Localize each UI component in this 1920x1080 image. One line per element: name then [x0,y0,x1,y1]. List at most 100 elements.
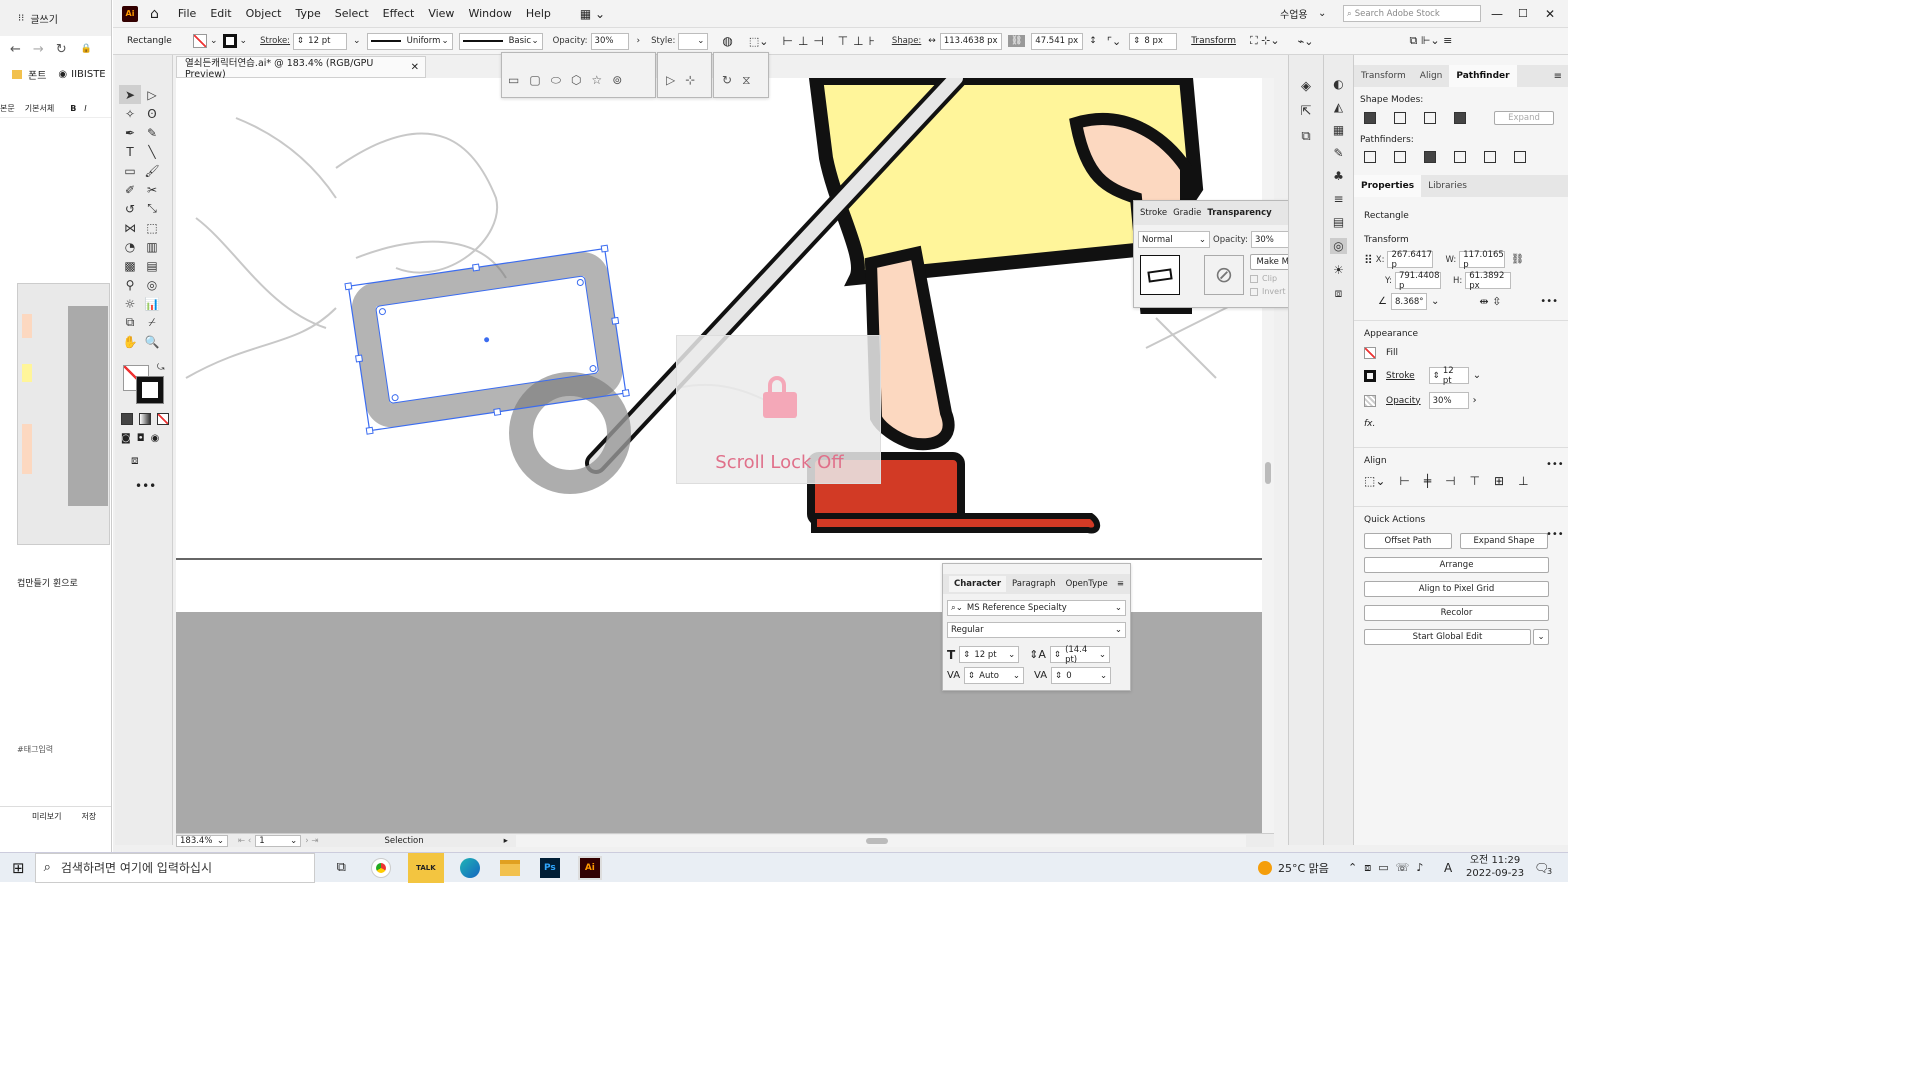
pen-tool[interactable]: ✒ [119,123,141,142]
stroke-swatch[interactable] [222,34,237,48]
star-icon[interactable]: ☆ [591,73,602,87]
stroke-panel-icon[interactable]: ≡ [1333,192,1343,206]
tray-icons[interactable]: ⌃⧈▭☏♪ [1348,861,1430,875]
rounded-rect-icon[interactable]: ▢ [529,73,540,87]
swap-icon[interactable]: ⤿ [157,363,165,373]
mesh-tool[interactable]: ▩ [119,256,141,275]
flare-icon[interactable]: ⊚ [612,73,622,87]
curvature-tool[interactable]: ✎ [141,123,163,142]
anchor-add-icon[interactable]: ⊹ [685,73,695,87]
rp-opacity-field[interactable]: 30% [1428,392,1469,409]
color-mode-icon[interactable] [121,413,133,425]
line-tool[interactable]: ╲ [141,142,163,161]
merge-icon[interactable] [1424,151,1436,163]
ellipse-icon[interactable]: ⬭ [551,73,561,88]
stroke-icon[interactable] [1364,369,1376,382]
intersect-icon[interactable] [1424,112,1436,124]
slice-tool[interactable]: ⌿ [141,313,163,332]
object-thumbnail[interactable] [1140,255,1180,295]
align-to-selection-icon[interactable]: ⬚⌄ [1364,474,1385,488]
perspective-tool[interactable]: ▥ [141,237,163,256]
tracking-field[interactable]: ⇕ 0 ⌄ [1051,667,1112,684]
lasso-tool[interactable]: ʘ [141,104,163,123]
clock[interactable]: 오전 11:29 2022-09-23 [1466,854,1524,880]
close-tab-icon[interactable]: ✕ [411,62,419,73]
menu-type[interactable]: Type [288,7,327,20]
fill-swatch[interactable] [193,34,207,48]
graphic-style-picker[interactable]: ⌄ [678,32,709,50]
stroke-label-rp[interactable]: Stroke [1386,371,1415,381]
trim-icon[interactable] [1394,151,1406,163]
horizontal-scrollbar[interactable] [515,834,1246,847]
symbols-icon[interactable]: ♣ [1333,169,1344,183]
weather-text[interactable]: 25°C 맑음 [1278,860,1329,876]
layers-icon[interactable]: ◈ [1301,79,1311,94]
zoom-tool[interactable]: 🔍 [141,332,163,351]
fill-none-icon[interactable] [1364,347,1376,359]
recolor-icon[interactable]: ◍ [722,34,732,48]
zoom-field[interactable]: 183.4% ⌄ [176,834,228,847]
gradient-tool[interactable]: ▤ [141,256,163,275]
divide-icon[interactable] [1364,151,1376,163]
tag-input[interactable]: #태그입력 [17,744,53,755]
offset-path-button[interactable]: Offset Path [1364,533,1452,549]
corner-radius-field[interactable]: ⇕ 8 px [1129,32,1178,50]
angle-field[interactable]: 8.368° [1390,293,1427,310]
chevron-down-icon[interactable]: ⌄ [1318,8,1326,19]
kerning-field[interactable]: ⇕ Auto ⌄ [964,667,1025,684]
paintbrush-tool[interactable]: 🖌 [141,161,163,180]
align-left-icon[interactable]: ⊢ [1399,474,1409,488]
rect-shape-icon[interactable]: ▭ [508,73,519,87]
more-appearance-icon[interactable]: ••• [1546,459,1564,470]
tab-transform[interactable]: Transform [1354,65,1413,87]
save-button[interactable]: 저장 [81,811,96,822]
opacity-icon[interactable] [1364,394,1376,407]
scale-tool[interactable]: ⤡ [141,199,163,218]
w-field[interactable]: 117.0165 p [1459,250,1506,270]
corner-type-icon[interactable]: ⌜⌄ [1107,35,1121,48]
minus-back-icon[interactable] [1514,151,1526,163]
tab-paragraph[interactable]: Paragraph [1012,579,1056,589]
selection-tool[interactable]: ➤ [119,85,141,104]
menu-help[interactable]: Help [519,7,558,20]
dock-menu-icon[interactable]: ≡ [1554,71,1562,82]
tab-libraries[interactable]: Libraries [1421,175,1474,197]
kakaotalk-icon[interactable]: TALK [407,852,444,883]
align-hcenter-icon[interactable]: ╪ [1424,474,1431,488]
windows-start-icon[interactable]: ⊞ [12,859,25,877]
graphic-styles-icon[interactable]: ⧈ [1335,286,1343,301]
arrange-button[interactable]: Arrange [1364,557,1549,573]
paragraph-style[interactable]: 본문 [0,103,15,114]
pointer-icon[interactable]: ▷ [666,73,675,87]
shape-builder-tool[interactable]: ◔ [119,237,141,256]
font-family-field[interactable]: ⌕⌄ MS Reference Specialty ⌄ [947,600,1126,616]
direct-selection-tool[interactable]: ▷ [141,85,163,104]
artboard-tool[interactable]: ⧉ [119,313,141,332]
edge-icon[interactable] [459,857,480,878]
task-view-icon[interactable]: ⧉ [337,860,346,875]
align-to-icon[interactable]: ⬚⌄ [749,35,769,48]
tab-character[interactable]: Character [949,576,1007,592]
width-tool[interactable]: ⋈ [119,218,141,237]
flip-icons[interactable]: ⇹ ⇳ [1479,295,1501,308]
swatches-icon[interactable]: ▦ [1333,123,1344,137]
shape-width-field[interactable]: 113.4638 px [939,32,1002,50]
rp-stroke-field[interactable]: ⇕ 12 pt [1428,366,1469,386]
type-tool[interactable]: T [119,142,141,161]
scissors-tool[interactable]: ✂ [141,180,163,199]
more-align-icon[interactable]: ••• [1546,529,1564,540]
reload-icon[interactable]: ↻ [56,42,67,57]
start-global-edit-button[interactable]: Start Global Edit [1364,629,1531,645]
puppet-warp-icon[interactable]: ⌁⌄ [1298,35,1314,48]
tab-gradient[interactable]: Gradie [1173,208,1201,218]
x-field[interactable]: 267.6417 p [1387,250,1434,270]
magic-wand-tool[interactable]: ✧ [119,104,141,123]
transparency-panel-icon[interactable]: ◎ [1330,238,1347,254]
shape-height-field[interactable]: 47.541 px [1031,32,1084,50]
gradient-panel-icon[interactable]: ▤ [1333,215,1344,229]
free-transform-tool[interactable]: ⬚ [141,218,163,237]
opacity-label-rp[interactable]: Opacity [1386,396,1421,406]
font-size-field[interactable]: ⇕ 12 pt ⌄ [959,646,1020,663]
back-icon[interactable]: ← [10,42,21,57]
draw-normal-icon[interactable]: ◙ [121,433,131,444]
